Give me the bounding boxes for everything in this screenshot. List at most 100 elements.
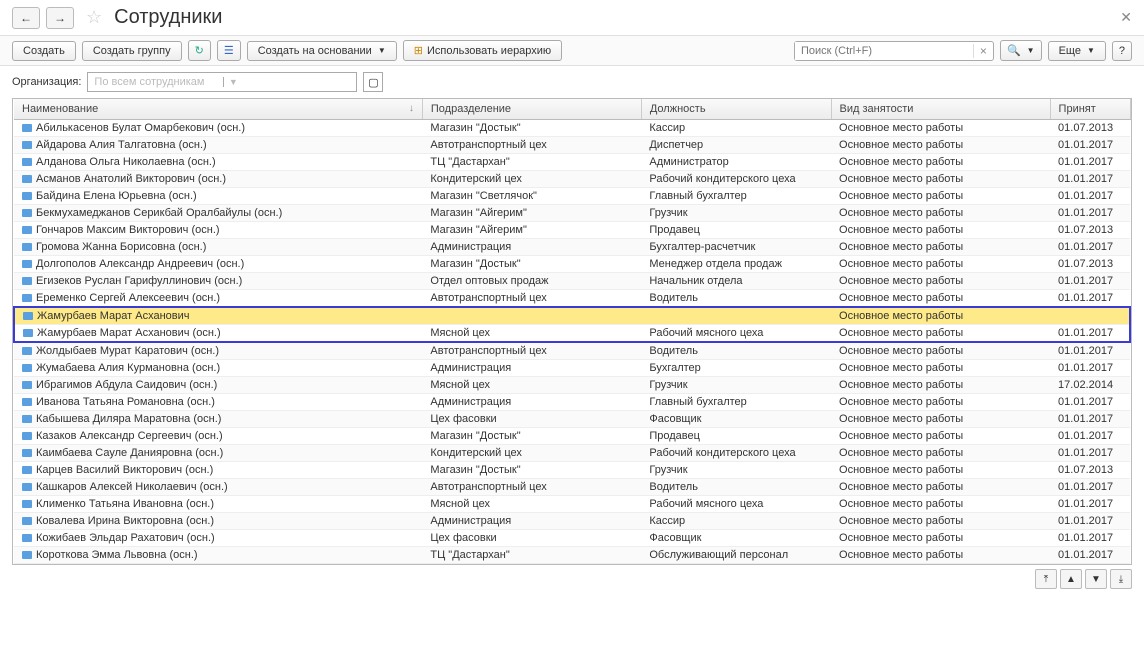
table-row[interactable]: Ибрагимов Абдула Саидович (осн.)Мясной ц…: [14, 377, 1130, 394]
table-row[interactable]: Айдарова Алия Талгатовна (осн.)Автотранс…: [14, 137, 1130, 154]
row-icon: [22, 209, 32, 217]
refresh-icon: ↻: [195, 44, 204, 57]
table-row[interactable]: Абилькасенов Булат Омарбекович (осн.)Маг…: [14, 120, 1130, 137]
nav-forward-button[interactable]: →: [46, 7, 74, 29]
row-icon: [22, 277, 32, 285]
org-combo[interactable]: По всем сотрудникам ▼: [87, 72, 357, 92]
nav-back-button[interactable]: ←: [12, 7, 40, 29]
row-icon: [22, 398, 32, 406]
row-icon: [22, 432, 32, 440]
header-row: Наименование↓ Подразделение Должность Ви…: [14, 99, 1130, 120]
search-icon: 🔍: [1007, 44, 1021, 57]
create-group-button[interactable]: Создать группу: [82, 41, 182, 61]
refresh-button[interactable]: ↻: [188, 40, 211, 61]
org-open-button[interactable]: ▢: [363, 72, 383, 92]
table-row[interactable]: Громова Жанна Борисовна (осн.)Администра…: [14, 239, 1130, 256]
favorite-star-icon[interactable]: ☆: [86, 7, 102, 28]
table-row[interactable]: Жамурбаев Марат Асханович (осн.)Мясной ц…: [14, 325, 1130, 343]
table-row[interactable]: Байдина Елена Юрьевна (осн.)Магазин "Све…: [14, 188, 1130, 205]
scroll-top-button[interactable]: ⤒: [1035, 569, 1057, 589]
clear-search-icon[interactable]: ×: [973, 44, 993, 58]
help-icon: ?: [1119, 45, 1125, 57]
row-icon: [23, 312, 33, 320]
table-row[interactable]: Долгополов Александр Андреевич (осн.)Маг…: [14, 256, 1130, 273]
table-row[interactable]: Жолдыбаев Мурат Каратович (осн.)Автотран…: [14, 342, 1130, 360]
table-row[interactable]: Кожибаев Эльдар Рахатович (осн.)Цех фасо…: [14, 530, 1130, 547]
table-row[interactable]: Асманов Анатолий Викторович (осн.)Кондит…: [14, 171, 1130, 188]
use-hierarchy-button[interactable]: ⊞ Использовать иерархию: [403, 40, 562, 61]
open-icon: ▢: [368, 76, 378, 89]
close-icon[interactable]: ✕: [1120, 9, 1132, 26]
create-based-button[interactable]: Создать на основании ▼: [247, 41, 397, 61]
more-label: Еще: [1059, 45, 1081, 57]
table-row[interactable]: Короткова Эмма Львовна (осн.)ТЦ "Дастарх…: [14, 547, 1130, 564]
use-hierarchy-label: Использовать иерархию: [427, 45, 551, 57]
row-icon: [22, 124, 32, 132]
more-button[interactable]: Еще ▼: [1048, 41, 1106, 61]
help-button[interactable]: ?: [1112, 41, 1132, 61]
scroll-bottom-button[interactable]: ⤓: [1110, 569, 1132, 589]
table-row[interactable]: Каимбаева Сауле Данияровна (осн.)Кондите…: [14, 445, 1130, 462]
table-row[interactable]: Клименко Татьяна Ивановна (осн.)Мясной ц…: [14, 496, 1130, 513]
table-row[interactable]: Жамурбаев Марат АсхановичОсновное место …: [14, 307, 1130, 325]
chevron-down-icon: ▼: [1027, 46, 1035, 55]
row-icon: [22, 226, 32, 234]
row-icon: [22, 364, 32, 372]
chevron-down-icon: ▼: [1087, 46, 1095, 55]
scroll-up-button[interactable]: ▲: [1060, 569, 1082, 589]
list-mode-button[interactable]: ☰: [217, 40, 241, 61]
table-row[interactable]: Егизеков Руслан Гарифуллинович (осн.)Отд…: [14, 273, 1130, 290]
hierarchy-icon: ⊞: [414, 44, 423, 57]
table-row[interactable]: Казаков Александр Сергеевич (осн.)Магази…: [14, 428, 1130, 445]
row-icon: [22, 500, 32, 508]
employees-grid: Наименование↓ Подразделение Должность Ви…: [12, 98, 1132, 565]
table-row[interactable]: Кабышева Диляра Маратовна (осн.)Цех фасо…: [14, 411, 1130, 428]
row-icon: [23, 329, 33, 337]
row-icon: [22, 347, 32, 355]
row-icon: [22, 260, 32, 268]
table-row[interactable]: Ковалева Ирина Викторовна (осн.)Админист…: [14, 513, 1130, 530]
find-button[interactable]: 🔍▼: [1000, 40, 1042, 61]
search-box[interactable]: ×: [794, 41, 994, 61]
col-name[interactable]: Наименование↓: [14, 99, 422, 120]
create-group-label: Создать группу: [93, 45, 171, 57]
row-icon: [22, 551, 32, 559]
row-icon: [22, 158, 32, 166]
search-input[interactable]: [795, 42, 973, 60]
row-icon: [22, 294, 32, 302]
row-icon: [22, 192, 32, 200]
row-icon: [22, 381, 32, 389]
col-employment[interactable]: Вид занятости: [831, 99, 1050, 120]
table-row[interactable]: Кашкаров Алексей Николаевич (осн.)Автотр…: [14, 479, 1130, 496]
org-label: Организация:: [12, 76, 81, 88]
table-row[interactable]: Бекмухамеджанов Серикбай Оралбайулы (осн…: [14, 205, 1130, 222]
row-icon: [22, 466, 32, 474]
create-label: Создать: [23, 45, 65, 57]
row-icon: [22, 534, 32, 542]
row-icon: [22, 449, 32, 457]
create-based-label: Создать на основании: [258, 45, 372, 57]
row-icon: [22, 141, 32, 149]
table-row[interactable]: Жумабаева Алия Курмановна (осн.)Админист…: [14, 360, 1130, 377]
table-row[interactable]: Карцев Василий Викторович (осн.)Магазин …: [14, 462, 1130, 479]
table-row[interactable]: Гончаров Максим Викторович (осн.)Магазин…: [14, 222, 1130, 239]
col-position[interactable]: Должность: [641, 99, 831, 120]
org-placeholder: По всем сотрудникам: [88, 76, 223, 88]
row-icon: [22, 175, 32, 183]
row-icon: [22, 483, 32, 491]
table-row[interactable]: Еременко Сергей Алексеевич (осн.)Автотра…: [14, 290, 1130, 308]
create-button[interactable]: Создать: [12, 41, 76, 61]
chevron-down-icon: ▼: [223, 77, 357, 87]
scroll-down-button[interactable]: ▼: [1085, 569, 1107, 589]
table-row[interactable]: Алданова Ольга Николаевна (осн.)ТЦ "Даст…: [14, 154, 1130, 171]
table-row[interactable]: Иванова Татьяна Романовна (осн.)Админист…: [14, 394, 1130, 411]
row-icon: [22, 415, 32, 423]
col-department[interactable]: Подразделение: [422, 99, 641, 120]
chevron-down-icon: ▼: [378, 46, 386, 55]
row-icon: [22, 243, 32, 251]
row-icon: [22, 517, 32, 525]
page-title: Сотрудники: [114, 6, 222, 29]
sort-indicator-icon: ↓: [409, 103, 414, 114]
col-hired[interactable]: Принят: [1050, 99, 1130, 120]
list-icon: ☰: [224, 44, 234, 57]
